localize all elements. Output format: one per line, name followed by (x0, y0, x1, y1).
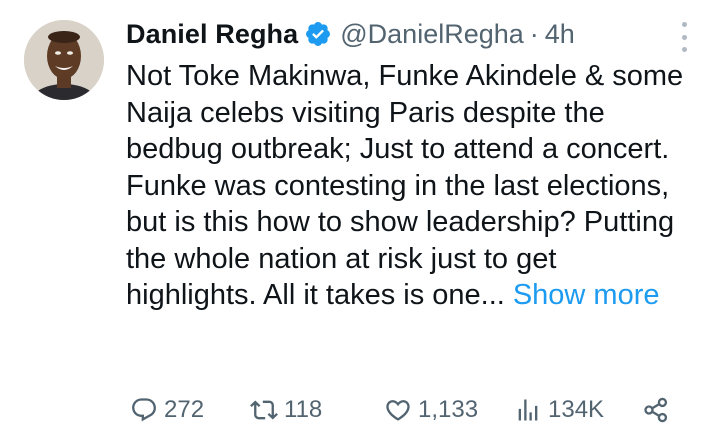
separator-dot: · (529, 18, 539, 49)
retweet-button[interactable]: 118 (250, 392, 322, 428)
retweet-icon (250, 400, 278, 420)
author-handle[interactable]: @DanielRegha (340, 19, 524, 50)
action-bar: 272 118 1,133 134K (130, 392, 690, 428)
more-icon[interactable] (672, 22, 696, 52)
views-count: 134K (548, 396, 605, 423)
share-icon (644, 397, 668, 423)
avatar[interactable] (24, 20, 104, 100)
like-button[interactable]: 1,133 (384, 392, 478, 428)
views-icon (518, 399, 538, 421)
views-button[interactable]: 134K (514, 392, 604, 428)
tweet-time[interactable]: 4h (545, 19, 575, 50)
verified-badge-icon (304, 20, 332, 48)
reply-icon (132, 398, 156, 422)
reply-button[interactable]: 272 (130, 392, 204, 428)
reply-count: 272 (164, 396, 205, 423)
show-more-link[interactable]: Show more (513, 279, 660, 311)
like-count: 1,133 (418, 396, 479, 423)
tweet[interactable]: Daniel Regha @DanielRegha · 4h Not Toke … (0, 0, 720, 447)
share-button[interactable] (642, 396, 670, 424)
tweet-body: Not Toke Makinwa, Funke Akindele & some … (126, 60, 684, 311)
tweet-content: Daniel Regha @DanielRegha · 4h Not Toke … (126, 12, 696, 314)
tweet-header: Daniel Regha @DanielRegha · 4h (126, 12, 696, 56)
tweet-text: Not Toke Makinwa, Funke Akindele & some … (126, 58, 691, 314)
like-icon (386, 400, 410, 421)
author-name[interactable]: Daniel Regha (126, 19, 298, 50)
retweet-count: 118 (284, 396, 323, 423)
